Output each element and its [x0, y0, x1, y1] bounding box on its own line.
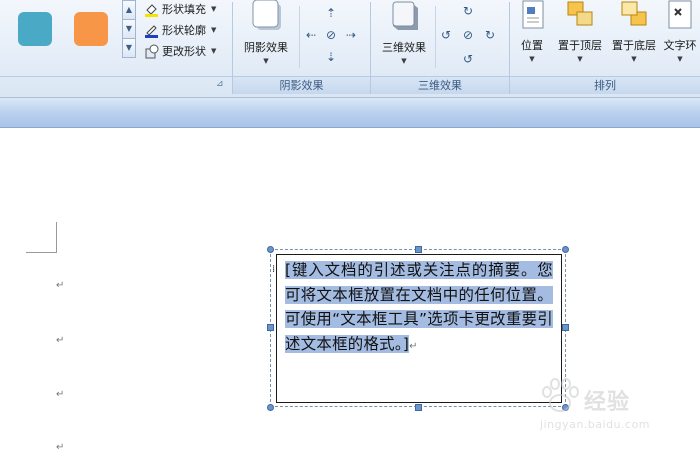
bring-to-front-label: 置于顶层: [558, 39, 602, 52]
watermark-brand: 经验: [584, 390, 631, 415]
nudge-right-icon[interactable]: ⇢: [344, 28, 358, 42]
margin-corner-mark: [56, 222, 57, 252]
paragraph-mark: ↵: [56, 442, 65, 450]
resize-handle-top-right[interactable]: [562, 246, 569, 253]
shadow-toggle-icon[interactable]: ⊘: [324, 28, 338, 42]
nudge-left-icon[interactable]: ⇠: [304, 28, 318, 42]
bring-to-front-button[interactable]: 置于顶层 ▼: [554, 0, 606, 63]
watermark: 经验 jingyan.baidu.com: [538, 370, 698, 440]
chevron-down-icon: ▼: [677, 55, 683, 63]
tilt-up-icon[interactable]: ↻: [461, 4, 475, 18]
paragraph-mark: ↵: [56, 280, 65, 291]
paragraph-mark: ↵: [56, 389, 65, 400]
ribbon: ▲ ▼ ▼ 形状填充 ▼ 形状轮廓 ▼ 更改形状 ▼ ⊿ 阴影效果 ▼ ⇡ ⇠ …: [0, 0, 700, 98]
inner-separator: [435, 6, 436, 68]
shape-style-swatch-orange[interactable]: [74, 12, 108, 46]
send-to-back-label: 置于底层: [612, 39, 656, 52]
chevron-down-icon: ▼: [211, 47, 217, 55]
chevron-down-icon: ▼: [401, 57, 407, 65]
arrange-group: 位置 ▼ 置于顶层 ▼ 置于底层 ▼ 文字环 ▼ 排列: [510, 0, 700, 96]
change-shape-button[interactable]: 更改形状 ▼: [144, 42, 216, 60]
tilt-down-icon[interactable]: ↺: [461, 52, 475, 66]
change-shape-label: 更改形状: [162, 45, 206, 58]
watermark-url: jingyan.baidu.com: [540, 418, 651, 431]
three-d-effects-icon: [392, 1, 418, 30]
resize-handle-left[interactable]: [267, 324, 274, 331]
three-d-effects-button[interactable]: 三维效果 ▼: [375, 0, 433, 65]
chevron-down-icon: ▼: [211, 5, 217, 13]
change-shape-icon: [144, 44, 159, 59]
text-wrap-icon: [668, 0, 692, 29]
chevron-down-icon: ▼: [577, 55, 583, 63]
position-label: 位置: [521, 39, 543, 52]
shadow-effects-group-label: 阴影效果: [233, 76, 370, 94]
three-d-effects-label: 三维效果: [382, 41, 426, 54]
text-wrap-button[interactable]: 文字环 ▼: [660, 0, 700, 63]
bring-to-front-icon: [567, 1, 593, 26]
chevron-down-icon: ▼: [631, 55, 637, 63]
three-d-effects-group: 三维效果 ▼ ↻ ↺ ⊘ ↻ ↺ 三维效果: [371, 0, 509, 96]
text-wrap-label: 文字环: [663, 39, 697, 52]
three-d-toggle-icon[interactable]: ⊘: [461, 28, 475, 42]
tilt-right-icon[interactable]: ↻: [483, 28, 497, 42]
pen-outline-icon: [144, 23, 159, 38]
shadow-effects-label: 阴影效果: [244, 41, 288, 54]
shape-styles-group: ▲ ▼ ▼ 形状填充 ▼ 形状轮廓 ▼ 更改形状 ▼ ⊿: [0, 0, 232, 96]
paragraph-mark: ↵: [409, 340, 418, 352]
styles-scroll-down-button[interactable]: ▼: [122, 19, 136, 39]
chevron-down-icon: ▼: [263, 57, 269, 65]
nudge-down-icon[interactable]: ⇣: [324, 50, 338, 64]
shadow-effects-icon: [252, 0, 281, 30]
shape-styles-group-label: [0, 76, 232, 94]
paint-bucket-icon: [144, 2, 159, 17]
chevron-down-icon: ▼: [211, 26, 217, 34]
shape-outline-label: 形状轮廓: [162, 24, 206, 37]
position-icon: [522, 0, 544, 29]
paw-logo-icon: [542, 378, 579, 412]
shape-outline-button[interactable]: 形状轮廓 ▼: [144, 21, 216, 39]
shadow-effects-button[interactable]: 阴影效果 ▼: [237, 0, 295, 65]
chevron-down-icon: ▼: [529, 55, 535, 63]
paragraph-mark: ↵: [56, 335, 65, 346]
send-to-back-icon: [621, 1, 647, 26]
styles-more-button[interactable]: ▼: [122, 38, 136, 58]
anchor-icon: ⁞: [272, 264, 276, 275]
shadow-effects-group: 阴影效果 ▼ ⇡ ⇠ ⊘ ⇢ ⇣ 阴影效果: [233, 0, 370, 96]
shape-fill-label: 形状填充: [162, 3, 206, 16]
arrange-group-label: 排列: [510, 76, 700, 94]
three-d-effects-group-label: 三维效果: [371, 76, 509, 94]
send-to-back-button[interactable]: 置于底层 ▼: [608, 0, 660, 63]
inner-separator: [299, 6, 300, 68]
resize-handle-right[interactable]: [562, 324, 569, 331]
nudge-up-icon[interactable]: ⇡: [324, 6, 338, 20]
textbox-content[interactable]: [键入文档的引述或关注点的摘要。您可将文本框放置在文档中的任何位置。可使用“文本…: [285, 258, 553, 359]
styles-scroll-up-button[interactable]: ▲: [122, 0, 136, 20]
resize-handle-bottom-left[interactable]: [267, 404, 274, 411]
resize-handle-top[interactable]: [415, 246, 422, 253]
resize-handle-bottom[interactable]: [415, 404, 422, 411]
position-button[interactable]: 位置 ▼: [514, 0, 550, 63]
shape-style-swatch-teal[interactable]: [18, 12, 52, 46]
textbox-selected-text[interactable]: [键入文档的引述或关注点的摘要。您可将文本框放置在文档中的任何位置。可使用“文本…: [285, 261, 553, 353]
resize-handle-top-left[interactable]: [267, 246, 274, 253]
ruler-band: [0, 98, 700, 128]
tilt-left-icon[interactable]: ↺: [439, 28, 453, 42]
margin-corner-mark: [26, 252, 57, 253]
shape-fill-button[interactable]: 形状填充 ▼: [144, 0, 216, 18]
